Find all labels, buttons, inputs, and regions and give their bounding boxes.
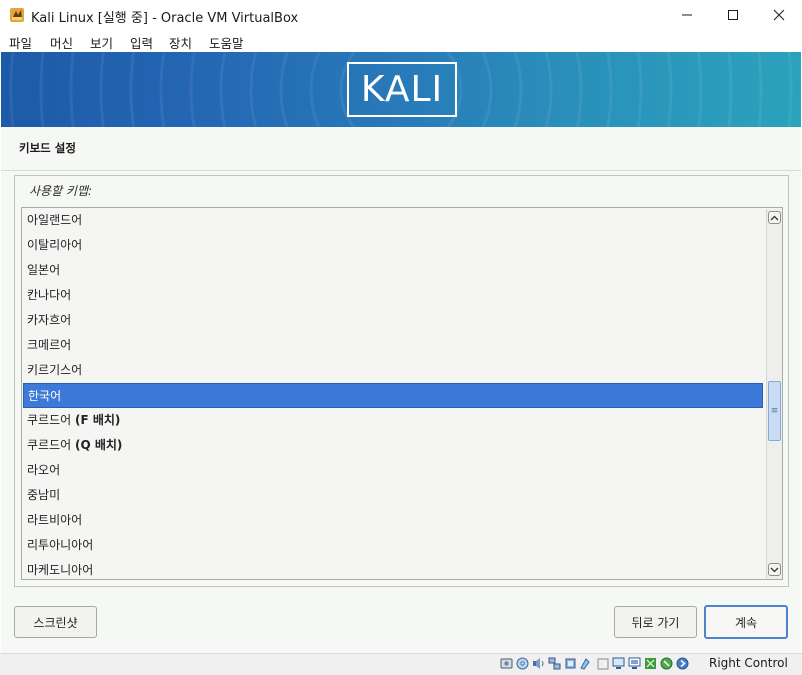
page-title: 키보드 설정 (19, 141, 76, 155)
host-key-arrow-icon (675, 656, 689, 671)
kali-banner: KALI (1, 52, 801, 127)
keymap-item[interactable]: 중남미 (23, 483, 763, 508)
scroll-up-button[interactable] (768, 211, 781, 224)
scroll-down-button[interactable] (768, 563, 781, 576)
title-divider (1, 170, 801, 171)
continue-button[interactable]: 계속 (704, 605, 788, 639)
keymap-scrollbar[interactable]: ≡ (766, 209, 782, 579)
menu-help[interactable]: 도움말 (209, 33, 244, 52)
chevron-down-icon (770, 567, 779, 572)
keymap-item[interactable]: 아일랜드어 (23, 208, 763, 233)
mouse-integration-icon[interactable] (643, 656, 657, 671)
vm-statusbar: Right Control (0, 653, 802, 675)
recording-icon[interactable] (611, 656, 625, 671)
usb-icon[interactable] (563, 656, 577, 671)
keymap-item[interactable]: 쿠르드어 (Q 배치) (23, 433, 763, 458)
keymap-item[interactable]: 라트비아어 (23, 508, 763, 533)
scroll-thumb[interactable]: ≡ (768, 381, 781, 441)
vm-menubar: 파일 머신 보기 입력 장치 도움말 (0, 30, 802, 67)
maximize-button[interactable] (710, 0, 756, 30)
window-title: Kali Linux [실행 중] - Oracle VM VirtualBox (31, 11, 299, 26)
keymap-list[interactable]: 아일랜드어 이탈리아어 일본어 칸나다어 카자흐어 크메르어 키르기스어 한국어… (21, 207, 783, 580)
keymap-label: 사용할 키맵: (29, 184, 93, 198)
installer-panel: 키보드 설정 사용할 키맵: 아일랜드어 이탈리아어 일본어 칸나다어 카자흐어… (1, 127, 801, 653)
menu-machine[interactable]: 머신 (50, 33, 73, 52)
keymap-item[interactable]: 라오어 (23, 458, 763, 483)
audio-icon[interactable] (531, 656, 545, 671)
keymap-item[interactable]: 이탈리아어 (23, 233, 763, 258)
window-titlebar[interactable]: Kali Linux [실행 중] - Oracle VM VirtualBox (0, 0, 802, 30)
keymap-item[interactable]: 키르기스어 (23, 358, 763, 383)
hard-disk-icon[interactable] (499, 656, 513, 671)
minimize-button[interactable] (664, 0, 710, 30)
keymap-item[interactable]: 쿠르드어 (F 배치) (23, 408, 763, 433)
menu-view[interactable]: 보기 (90, 33, 113, 52)
back-button[interactable]: 뒤로 가기 (614, 606, 697, 638)
kali-logo-text: KALI (360, 69, 444, 110)
close-icon (773, 9, 785, 21)
keymap-item[interactable]: 크메르어 (23, 333, 763, 358)
screenshot-button[interactable]: 스크린샷 (14, 606, 97, 638)
keymap-item[interactable]: 칸나다어 (23, 283, 763, 308)
menu-file[interactable]: 파일 (9, 33, 32, 52)
keymap-item[interactable]: 카자흐어 (23, 308, 763, 333)
keyboard-icon[interactable] (659, 656, 673, 671)
cpu-icon[interactable] (627, 656, 641, 671)
close-button[interactable] (756, 0, 802, 30)
virtualbox-app-icon (10, 8, 24, 22)
optical-drive-icon[interactable] (515, 656, 529, 671)
keymap-item[interactable]: 리투아니아어 (23, 533, 763, 558)
menu-devices[interactable]: 장치 (169, 33, 192, 52)
menu-input[interactable]: 입력 (130, 33, 153, 52)
keymap-frame: 사용할 키맵: 아일랜드어 이탈리아어 일본어 칸나다어 카자흐어 크메르어 키… (14, 175, 789, 587)
keymap-item[interactable]: 마케도니아어 (23, 558, 763, 579)
kali-logo: KALI (347, 62, 457, 117)
host-key-label: Right Control (709, 656, 788, 670)
keymap-item-selected[interactable]: 한국어 (23, 383, 763, 408)
minimize-icon (682, 14, 692, 16)
network-icon[interactable] (547, 656, 561, 671)
shared-folder-icon[interactable] (579, 656, 593, 671)
keymap-item[interactable]: 일본어 (23, 258, 763, 283)
display-icon[interactable] (595, 656, 609, 671)
maximize-icon (728, 10, 738, 20)
chevron-up-icon (770, 215, 779, 220)
